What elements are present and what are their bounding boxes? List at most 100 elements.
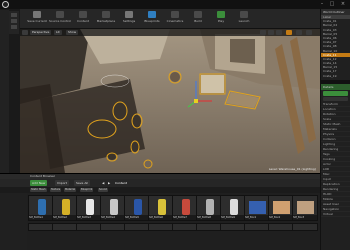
modes-panel	[9, 11, 19, 34]
asset-thumbnail	[230, 199, 238, 215]
asset-tile[interactable]	[100, 223, 126, 231]
asset-tile[interactable]: SM_Bottle8	[196, 195, 222, 221]
asset-label: SM_Bottle8	[197, 215, 221, 220]
asset-tile[interactable]	[76, 223, 102, 231]
viewport-options-icon[interactable]	[22, 30, 28, 35]
filter-chip[interactable]: Texture	[50, 188, 62, 192]
asset-tile[interactable]: SM_Bottle4	[100, 195, 126, 221]
asset-label: SM_Bottle4	[101, 215, 125, 220]
asset-tile[interactable]	[52, 223, 78, 231]
content-button[interactable]: Content	[72, 11, 94, 27]
close-icon[interactable]: ×	[339, 1, 347, 7]
asset-label: SM_Bottle7	[173, 215, 197, 220]
save-all-button[interactable]: Save All	[74, 180, 91, 186]
cinematics-button[interactable]: Cinematics	[164, 11, 186, 27]
mode-landscape-icon[interactable]	[11, 25, 17, 29]
source-control-button[interactable]: Source Control	[49, 11, 71, 27]
asset-tile[interactable]: SM_Box2	[268, 195, 294, 221]
asset-tile[interactable]	[268, 223, 294, 231]
details-search-input[interactable]	[323, 96, 348, 101]
play-button[interactable]: Play	[210, 11, 232, 27]
mode-place-icon[interactable]	[11, 13, 17, 17]
world-outliner-list: Label Crate_01 Barrel_02 Crate_03 Barrel_05 C…	[321, 15, 350, 78]
translate-icon[interactable]	[260, 30, 266, 35]
asset-tile[interactable]	[28, 223, 54, 231]
asset-label: SM_Bottle5	[125, 215, 149, 220]
tab-show[interactable]: Show	[66, 30, 79, 35]
save-icon	[33, 11, 41, 18]
asset-thumbnail	[62, 199, 70, 215]
scale-icon[interactable]	[276, 30, 282, 35]
asset-label: SM_Bottle6	[149, 215, 173, 220]
asset-label: SM_Bottle3	[77, 215, 101, 220]
filter-chip[interactable]: Sound	[98, 188, 108, 192]
content-browser-toolbar: Add New Import Save All ◀ ▶ Content	[0, 179, 320, 187]
asset-thumbnail	[134, 199, 142, 215]
asset-tile[interactable]: SM_Bottle5	[124, 195, 150, 221]
asset-tile[interactable]: SM_Bottle1	[28, 195, 54, 221]
asset-thumbnail	[110, 199, 118, 215]
asset-tile[interactable]: SM_Bottle6	[148, 195, 174, 221]
filter-chip[interactable]: Static Mesh	[30, 188, 47, 192]
asset-tile[interactable]	[172, 223, 198, 231]
camera-speed-icon[interactable]	[306, 30, 312, 35]
main-toolbar: Save Current Source Control Content Mark…	[20, 9, 320, 29]
engine-logo[interactable]	[2, 1, 9, 8]
settings-button[interactable]: Settings	[118, 11, 140, 27]
tab-lit[interactable]: Lit	[54, 30, 62, 35]
sources-panel	[0, 193, 27, 250]
level-viewport[interactable]: Perspective Lit Show Level: Warehouse_01…	[20, 29, 320, 173]
launch-button[interactable]: Launch	[233, 11, 255, 27]
title-bar	[0, 0, 350, 9]
add-new-button[interactable]: Add New	[30, 180, 48, 186]
asset-tile[interactable]	[292, 223, 318, 231]
asset-tile[interactable]	[220, 223, 246, 231]
outliner-row[interactable]: Crate_19	[321, 74, 350, 78]
viewport-scene	[20, 29, 320, 173]
maximize-icon[interactable]: □	[328, 1, 336, 7]
nav-forward-icon[interactable]: ▶	[106, 180, 112, 186]
grid-snap-icon[interactable]	[286, 30, 292, 35]
asset-tile[interactable]	[196, 223, 222, 231]
asset-grid: SM_Bottle1 SM_Bottle2 SM_Bottle3 SM_Bottle4…	[28, 195, 320, 250]
asset-tile[interactable]: SM_Bottle9	[220, 195, 246, 221]
save-button[interactable]: Save Current	[26, 11, 48, 27]
tab-perspective[interactable]: Perspective	[30, 30, 52, 35]
asset-tile[interactable]: SM_Box3	[292, 195, 318, 221]
build-icon	[194, 11, 202, 18]
path-breadcrumb[interactable]: Content	[113, 180, 129, 186]
details-title: Details	[321, 83, 350, 90]
filter-chip[interactable]: Material	[64, 188, 77, 192]
build-button[interactable]: Build	[187, 11, 209, 27]
asset-tile[interactable]: SM_Bottle3	[76, 195, 102, 221]
add-component-button[interactable]	[323, 90, 348, 96]
rotate-icon[interactable]	[268, 30, 274, 35]
asset-label: SM_Box2	[269, 215, 293, 220]
asset-tile[interactable]	[124, 223, 150, 231]
asset-thumbnail	[249, 201, 266, 214]
asset-tile[interactable]: SM_Bottle7	[172, 195, 198, 221]
details-list: Transform Location Rotation Scale Static Mes…	[321, 102, 350, 217]
asset-tile[interactable]	[148, 223, 174, 231]
source-control-icon	[56, 11, 64, 18]
filter-chip[interactable]: Blueprint	[80, 188, 94, 192]
asset-tile[interactable]: SM_Box1	[244, 195, 270, 221]
blueprints-button[interactable]: Blueprints	[141, 11, 163, 27]
minimize-icon[interactable]: –	[318, 1, 326, 7]
asset-thumbnail	[182, 199, 190, 215]
content-browser: Content Browser Add New Import Save All …	[0, 173, 320, 250]
asset-thumbnail	[158, 199, 166, 215]
viewport-toolbar: Perspective Lit Show	[20, 29, 320, 36]
marketplace-button[interactable]: Marketplace	[95, 11, 117, 27]
mode-paint-icon[interactable]	[11, 19, 17, 23]
angle-snap-icon[interactable]	[296, 30, 302, 35]
details-property[interactable]: Virtual	[321, 212, 350, 217]
gear-icon	[125, 11, 133, 18]
asset-tile[interactable]	[244, 223, 270, 231]
asset-thumbnail	[273, 201, 290, 214]
import-button[interactable]: Import	[55, 180, 69, 186]
cinematics-icon	[171, 11, 179, 18]
asset-tile[interactable]: SM_Bottle2	[52, 195, 78, 221]
viewport-status: Level: Warehouse_01 (Lighting)	[268, 167, 316, 171]
asset-thumbnail	[38, 199, 46, 215]
